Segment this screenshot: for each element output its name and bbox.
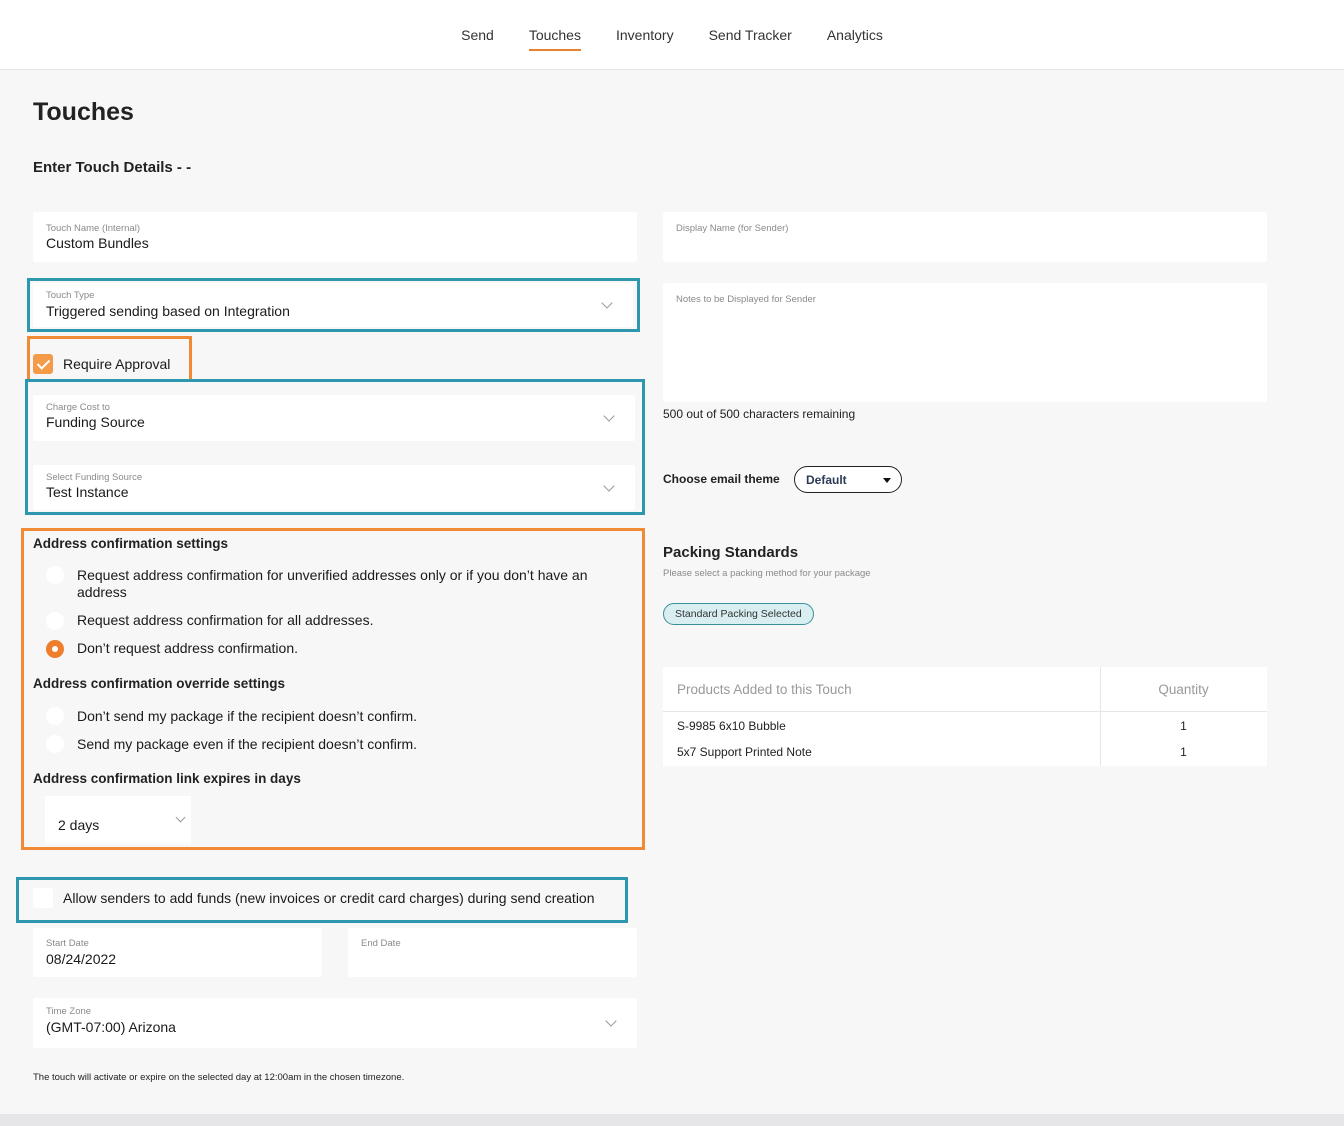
chevron-down-icon bbox=[175, 812, 186, 823]
radio-send-anyway-label: Send my package even if the recipient do… bbox=[77, 736, 418, 752]
packing-selected-badge[interactable]: Standard Packing Selected bbox=[663, 603, 814, 625]
radio-all-addresses[interactable] bbox=[46, 612, 64, 630]
display-name-label: Display Name (for Sender) bbox=[676, 223, 789, 234]
product-row-name: S-9985 6x10 Bubble bbox=[677, 719, 786, 733]
touch-type-select[interactable]: Touch Type Triggered sending based on In… bbox=[33, 283, 633, 327]
radio-unverified-only-label: Request address confirmation for unverif… bbox=[77, 567, 588, 600]
top-navigation: Send Touches Inventory Send Tracker Anal… bbox=[0, 0, 1344, 70]
radio-dont-send-label: Don’t send my package if the recipient d… bbox=[77, 708, 418, 724]
end-date-field[interactable]: End Date bbox=[348, 928, 637, 977]
funding-source-label: Select Funding Source bbox=[46, 472, 143, 483]
notes-char-counter: 500 out of 500 characters remaining bbox=[663, 407, 856, 421]
touch-name-field[interactable]: Touch Name (Internal) Custom Bundles bbox=[33, 212, 637, 262]
timezone-footnote: The touch will activate or expire on the… bbox=[33, 1072, 405, 1083]
charge-cost-label: Charge Cost to bbox=[46, 402, 110, 413]
section-title: Enter Touch Details - - bbox=[33, 159, 192, 176]
product-row-qty: 1 bbox=[1180, 745, 1187, 759]
funding-source-select[interactable]: Select Funding Source Test Instance bbox=[33, 465, 635, 510]
page-title: Touches bbox=[33, 98, 134, 126]
allow-funds-label: Allow senders to add funds (new invoices… bbox=[63, 890, 595, 906]
nav-tabs: Send Touches Inventory Send Tracker Anal… bbox=[0, 0, 1344, 70]
radio-unverified-only[interactable] bbox=[46, 566, 64, 584]
tab-inventory[interactable]: Inventory bbox=[616, 21, 674, 49]
time-zone-label: Time Zone bbox=[46, 1006, 92, 1017]
radio-no-confirmation[interactable] bbox=[46, 640, 64, 658]
funding-source-value: Test Instance bbox=[46, 484, 129, 500]
quantity-column-header: Quantity bbox=[1158, 682, 1209, 697]
touch-type-value: Triggered sending based on Integration bbox=[46, 303, 290, 319]
email-theme-value: Default bbox=[806, 473, 847, 487]
time-zone-value: (GMT-07:00) Arizona bbox=[46, 1019, 176, 1035]
radio-no-confirmation-label: Don’t request address confirmation. bbox=[77, 640, 298, 656]
start-date-value: 08/24/2022 bbox=[46, 951, 117, 967]
allow-funds-checkbox[interactable] bbox=[33, 888, 53, 908]
tab-analytics[interactable]: Analytics bbox=[827, 21, 883, 49]
touch-type-label: Touch Type bbox=[46, 290, 95, 301]
radio-send-anyway[interactable] bbox=[46, 735, 64, 753]
require-approval-checkbox[interactable] bbox=[33, 354, 53, 374]
email-theme-select[interactable]: Default bbox=[794, 466, 902, 493]
notes-textarea[interactable]: Notes to be Displayed for Sender bbox=[663, 283, 1267, 402]
products-table: Products Added to this Touch Quantity S-… bbox=[663, 667, 1267, 766]
start-date-field[interactable]: Start Date 08/24/2022 bbox=[33, 928, 322, 977]
charge-cost-select[interactable]: Charge Cost to Funding Source bbox=[33, 395, 635, 441]
tab-send[interactable]: Send bbox=[461, 21, 494, 49]
display-name-field[interactable]: Display Name (for Sender) bbox=[663, 212, 1267, 262]
chevron-down-icon bbox=[603, 410, 615, 422]
charge-cost-value: Funding Source bbox=[46, 414, 145, 430]
chevron-down-icon bbox=[601, 297, 613, 309]
expiry-days-select[interactable]: 2 days bbox=[45, 796, 191, 844]
product-row-name: 5x7 Support Printed Note bbox=[677, 745, 812, 759]
tab-send-tracker[interactable]: Send Tracker bbox=[709, 21, 792, 49]
address-confirmation-title: Address confirmation settings bbox=[33, 536, 229, 551]
products-column-header: Products Added to this Touch bbox=[677, 682, 852, 697]
expiry-title: Address confirmation link expires in day… bbox=[33, 771, 301, 786]
tab-touches[interactable]: Touches bbox=[528, 21, 582, 51]
end-date-label: End Date bbox=[361, 938, 401, 949]
packing-standards-subtitle: Please select a packing method for your … bbox=[663, 568, 871, 579]
chevron-down-icon bbox=[603, 479, 615, 492]
product-row-qty: 1 bbox=[1180, 719, 1187, 733]
bottom-bar bbox=[0, 1114, 1344, 1126]
touch-name-value: Custom Bundles bbox=[46, 235, 149, 251]
chevron-down-icon bbox=[605, 1015, 617, 1027]
caret-down-icon bbox=[883, 478, 891, 483]
packing-standards-title: Packing Standards bbox=[663, 544, 799, 561]
require-approval-label: Require Approval bbox=[63, 356, 171, 372]
radio-dont-send[interactable] bbox=[46, 707, 64, 725]
time-zone-select[interactable]: Time Zone (GMT-07:00) Arizona bbox=[33, 998, 637, 1048]
touch-name-label: Touch Name (Internal) bbox=[46, 223, 140, 234]
email-theme-label: Choose email theme bbox=[663, 472, 780, 486]
radio-all-addresses-label: Request address confirmation for all add… bbox=[77, 612, 374, 628]
notes-label: Notes to be Displayed for Sender bbox=[676, 294, 816, 305]
start-date-label: Start Date bbox=[46, 938, 89, 949]
expiry-days-value: 2 days bbox=[58, 817, 100, 833]
override-title: Address confirmation override settings bbox=[33, 676, 286, 691]
